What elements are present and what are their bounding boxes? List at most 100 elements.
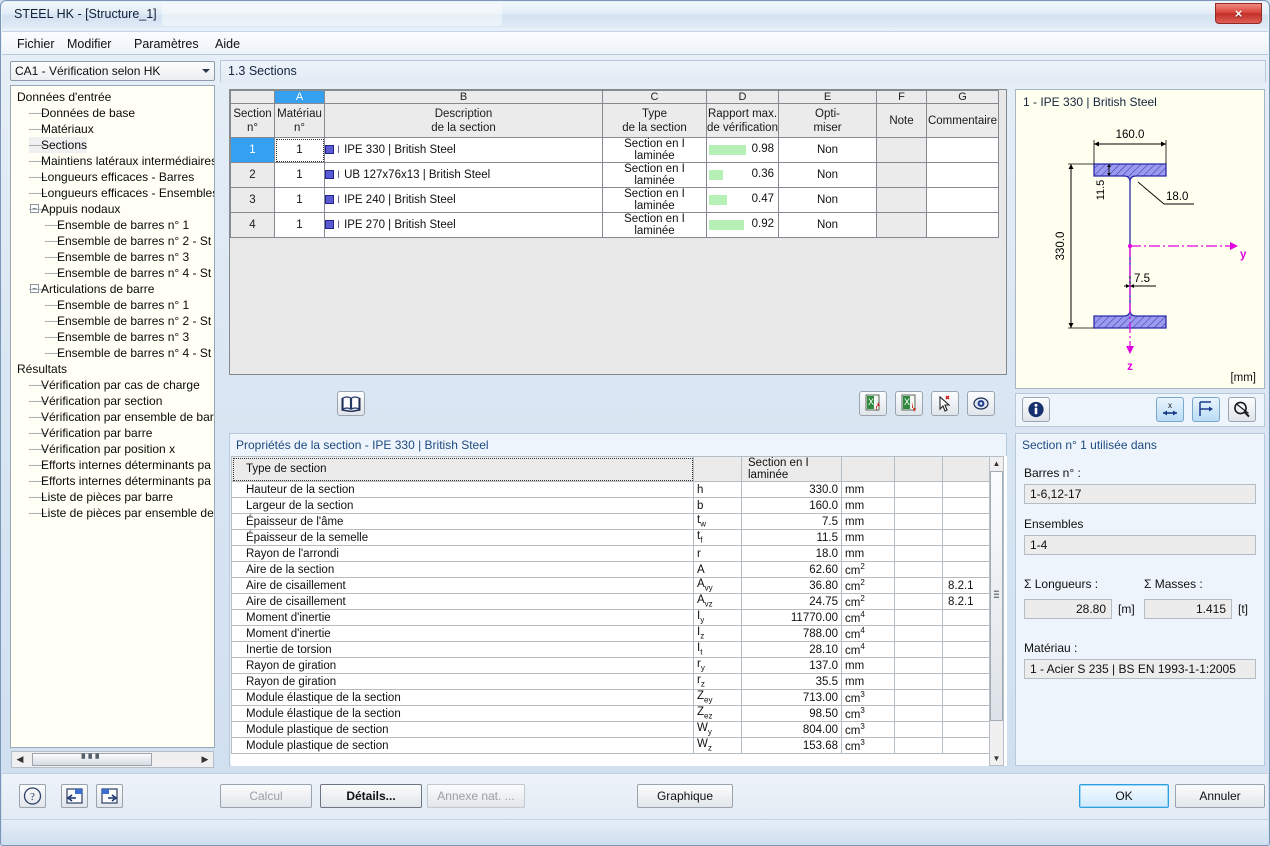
table-row[interactable]: 2 1 I UB 127x76x13 | British Steel Section e… <box>230 162 999 188</box>
table-row[interactable]: 3 1 I IPE 240 | British Steel Section en I l… <box>230 187 999 213</box>
tree-hscrollbar[interactable]: ◀ ▘▘▘ ▶ <box>11 751 214 768</box>
cell-materiau[interactable]: 1 <box>274 187 325 213</box>
cell-note[interactable] <box>876 187 927 213</box>
property-row[interactable]: Rayon de giration rz 35.5 mm <box>231 673 991 690</box>
load-case-combo[interactable]: CA1 - Vérification selon HK <box>10 61 215 81</box>
cell-commentaire[interactable] <box>926 212 999 238</box>
property-row[interactable]: Épaisseur de la semelle tf 11.5 mm <box>231 529 991 546</box>
next-panel-icon[interactable] <box>96 784 123 808</box>
library-icon[interactable] <box>337 391 365 416</box>
property-row[interactable]: Rayon de giration ry 137.0 mm <box>231 657 991 674</box>
info-icon[interactable] <box>1022 397 1050 422</box>
property-row[interactable]: Aire de cisaillement Avy 36.80 cm2 8.2.1 <box>231 577 991 594</box>
properties-vscroll-thumb[interactable]: ━ ━ ━ <box>990 471 1003 721</box>
cell-materiau[interactable]: 1 <box>274 137 325 163</box>
property-row[interactable]: Moment d'inertie Iz 788.00 cm4 <box>231 625 991 642</box>
cell-optimiser[interactable]: Non <box>778 212 877 238</box>
sidebar-item-12[interactable]: ──Articulations de barre <box>29 281 154 297</box>
column-letter-G[interactable]: G <box>926 90 999 104</box>
cell-type[interactable]: Section en I laminée <box>602 187 707 213</box>
sidebar-item-2[interactable]: ──Matériaux <box>29 121 94 137</box>
chevron-down-icon[interactable] <box>202 69 210 73</box>
property-row[interactable]: Épaisseur de l'âme tw 7.5 mm <box>231 513 991 530</box>
select-pick-icon[interactable] <box>931 391 959 416</box>
sidebar-item-18[interactable]: ──Vérification par cas de charge <box>29 377 200 393</box>
cell-type[interactable]: Section en I laminée <box>602 137 707 163</box>
scroll-up-icon[interactable]: ▲ <box>990 457 1003 470</box>
row-header-0[interactable]: 1 <box>230 137 275 163</box>
sidebar-item-26[interactable]: ──Liste de pièces par ensemble de <box>29 505 214 521</box>
cancel-button[interactable]: Annuler <box>1175 784 1265 808</box>
menu-item-fichier[interactable]: Fichier <box>10 36 62 53</box>
annexe-nationale-button[interactable]: Annexe nat. ... <box>427 784 525 808</box>
cell-materiau[interactable]: 1 <box>274 162 325 188</box>
sidebar-item-21[interactable]: ──Vérification par barre <box>29 425 152 441</box>
property-row[interactable]: Module plastique de section Wz 153.68 cm3 <box>231 737 991 754</box>
sidebar-item-17[interactable]: Résultats <box>17 361 67 377</box>
property-row[interactable]: Inertie de torsion It 28.10 cm4 <box>231 641 991 658</box>
cell-description[interactable]: I IPE 240 | British Steel <box>324 187 603 213</box>
graphique-button[interactable]: Graphique <box>637 784 733 808</box>
column-letter-rownum[interactable] <box>230 90 275 104</box>
section-graphics-panel[interactable]: 1 - IPE 330 | British Steel 160.0 330.0 … <box>1015 89 1265 389</box>
cell-ratio[interactable]: 0.36 <box>706 162 779 188</box>
sections-table-container[interactable]: A B C D E F G Section n° Matériau n° Description de … <box>229 89 1007 375</box>
sidebar-item-15[interactable]: ──Ensemble de barres n° 3 <box>45 329 189 345</box>
dimension-x-icon[interactable]: x <box>1156 397 1184 422</box>
axes-icon[interactable] <box>1192 397 1220 422</box>
navigation-tree[interactable]: Données d'entrée ──Données de base ──Matér… <box>10 85 215 748</box>
property-row[interactable]: Aire de la section A 62.60 cm2 <box>231 561 991 578</box>
property-row[interactable]: Aire de cisaillement Avz 24.75 cm2 8.2.1 <box>231 593 991 610</box>
sidebar-item-20[interactable]: ──Vérification par ensemble de bar <box>29 409 214 425</box>
scroll-left-icon[interactable]: ◀ <box>13 753 27 766</box>
sidebar-item-23[interactable]: ──Efforts internes déterminants pa <box>29 457 211 473</box>
cell-ratio[interactable]: 0.47 <box>706 187 779 213</box>
column-letter-B[interactable]: B <box>324 90 603 104</box>
column-letter-C[interactable]: C <box>602 90 707 104</box>
menu-item-parametres[interactable]: Paramètres <box>127 36 206 53</box>
sidebar-item-13[interactable]: ──Ensemble de barres n° 1 <box>45 297 189 313</box>
sidebar-item-24[interactable]: ──Efforts internes déterminants pa <box>29 473 211 489</box>
tree-hscroll-thumb[interactable]: ▘▘▘ <box>32 753 152 766</box>
sidebar-item-25[interactable]: ──Liste de pièces par barre <box>29 489 173 505</box>
properties-vscrollbar[interactable]: ▲ ━ ━ ━ ▼ <box>989 456 1004 766</box>
cell-commentaire[interactable] <box>926 162 999 188</box>
sidebar-item-7[interactable]: ──Appuis nodaux <box>29 201 120 217</box>
material-value-field[interactable]: 1 - Acier S 235 | BS EN 1993-1-1:2005 <box>1024 659 1256 679</box>
sidebar-item-3[interactable]: ──Sections <box>29 137 88 153</box>
sidebar-item-9[interactable]: ──Ensemble de barres n° 2 - St <box>45 233 211 249</box>
property-row[interactable]: Module élastique de la section Zey 713.00 c… <box>231 689 991 706</box>
details-button[interactable]: Détails... <box>320 784 422 808</box>
property-row[interactable]: Moment d'inertie Iy 11770.00 cm4 <box>231 609 991 626</box>
sidebar-item-19[interactable]: ──Vérification par section <box>29 393 162 409</box>
import-excel-down-icon[interactable]: X <box>895 391 923 416</box>
column-letter-E[interactable]: E <box>778 90 877 104</box>
cell-type[interactable]: Section en I laminée <box>602 212 707 238</box>
row-header-2[interactable]: 3 <box>230 187 275 213</box>
sidebar-item-1[interactable]: ──Données de base <box>29 105 135 121</box>
close-window-button[interactable]: × <box>1215 3 1262 24</box>
menu-item-aide[interactable]: Aide <box>208 36 247 53</box>
zoom-reset-icon[interactable] <box>1228 397 1256 422</box>
cell-optimiser[interactable]: Non <box>778 137 877 163</box>
property-row[interactable]: Largeur de la section b 160.0 mm <box>231 497 991 514</box>
row-header-1[interactable]: 2 <box>230 162 275 188</box>
sidebar-item-11[interactable]: ──Ensemble de barres n° 4 - St <box>45 265 211 281</box>
scroll-down-icon[interactable]: ▼ <box>990 752 1003 765</box>
property-row[interactable]: Module élastique de la section Zez 98.50 cm… <box>231 705 991 722</box>
scroll-right-icon[interactable]: ▶ <box>198 753 212 766</box>
sidebar-item-8[interactable]: ──Ensemble de barres n° 1 <box>45 217 189 233</box>
bars-value-field[interactable]: 1-6,12-17 <box>1024 484 1256 504</box>
table-row[interactable]: 1 1 I IPE 330 | British Steel Section en I l… <box>230 137 999 163</box>
sidebar-item-6[interactable]: ──Longueurs efficaces - Ensembles <box>29 185 214 201</box>
cell-note[interactable] <box>876 212 927 238</box>
column-letter-F[interactable]: F <box>876 90 927 104</box>
cell-description[interactable]: I IPE 270 | British Steel <box>324 212 603 238</box>
prev-panel-icon[interactable] <box>61 784 88 808</box>
cell-commentaire[interactable] <box>926 187 999 213</box>
table-row[interactable]: 4 1 I IPE 270 | British Steel Section en I l… <box>230 212 999 238</box>
export-excel-up-icon[interactable]: X <box>859 391 887 416</box>
column-letter-A[interactable]: A <box>274 90 325 104</box>
property-row[interactable]: Type de section Section en I laminée <box>231 456 991 482</box>
cell-materiau[interactable]: 1 <box>274 212 325 238</box>
